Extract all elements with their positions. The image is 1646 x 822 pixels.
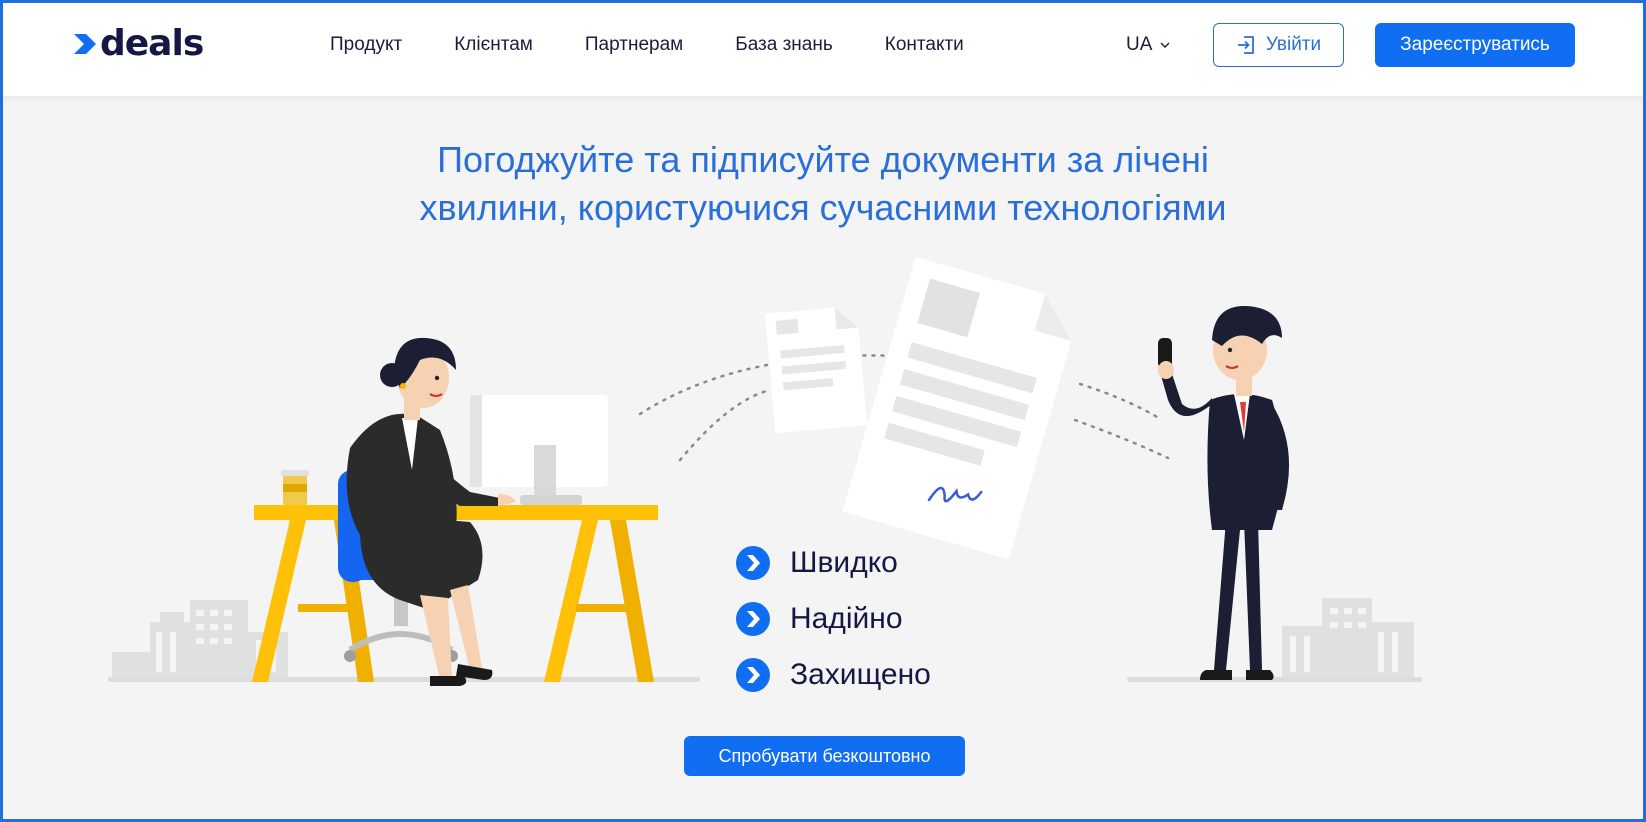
feature-label: Захищено (790, 658, 931, 691)
logo[interactable]: deals (72, 23, 204, 64)
site-header: deals Продукт Клієнтам Партнерам База зн… (0, 0, 1646, 96)
feature-item: Швидко (736, 535, 931, 591)
try-free-button[interactable]: Спробувати безкоштовно (684, 736, 965, 776)
chevron-circle-icon (736, 602, 770, 636)
feature-item: Надійно (736, 591, 931, 647)
language-label: UA (1126, 34, 1153, 55)
logo-chevron-icon (74, 34, 96, 54)
hero-headline-line-1: Погоджуйте та підписуйте документи за лі… (437, 139, 1209, 180)
login-icon (1237, 36, 1254, 54)
chevron-circle-icon (736, 658, 770, 692)
feature-item: Захищено (736, 647, 931, 703)
hero-headline: Погоджуйте та підписуйте документи за лі… (300, 136, 1346, 232)
logo-text: deals (100, 23, 204, 64)
hero-headline-line-2: хвилини, користуючися сучасними технолог… (419, 187, 1227, 228)
feature-list: Швидко Надійно Захищено (736, 535, 931, 703)
coffee-cup-illustration (281, 470, 309, 505)
register-button[interactable]: Зареєструватись (1375, 23, 1575, 67)
main-nav: Продукт Клієнтам Партнерам База знань Ко… (330, 30, 964, 60)
login-button[interactable]: Увійти (1213, 23, 1344, 67)
chevron-circle-icon (736, 546, 770, 580)
nav-item-clients[interactable]: Клієнтам (454, 30, 533, 60)
feature-label: Швидко (790, 546, 898, 579)
feature-label: Надійно (790, 602, 903, 635)
dotted-arc-right-inner (1073, 418, 1170, 460)
nav-item-product[interactable]: Продукт (330, 30, 402, 60)
dotted-arc-right-outer (1078, 382, 1164, 422)
large-document-illustration (842, 256, 1072, 560)
man-illustration (1158, 305, 1290, 680)
login-label: Увійти (1265, 34, 1322, 55)
nav-item-knowledge-base[interactable]: База знань (735, 30, 833, 60)
nav-item-partners[interactable]: Партнерам (585, 30, 683, 60)
small-document-illustration (764, 307, 868, 434)
language-selector[interactable]: UA (1126, 30, 1170, 60)
monitor-illustration (470, 395, 608, 505)
dotted-arc-left-inner (678, 388, 772, 462)
nav-item-contacts[interactable]: Контакти (885, 30, 964, 60)
chevron-down-icon (1160, 42, 1170, 48)
